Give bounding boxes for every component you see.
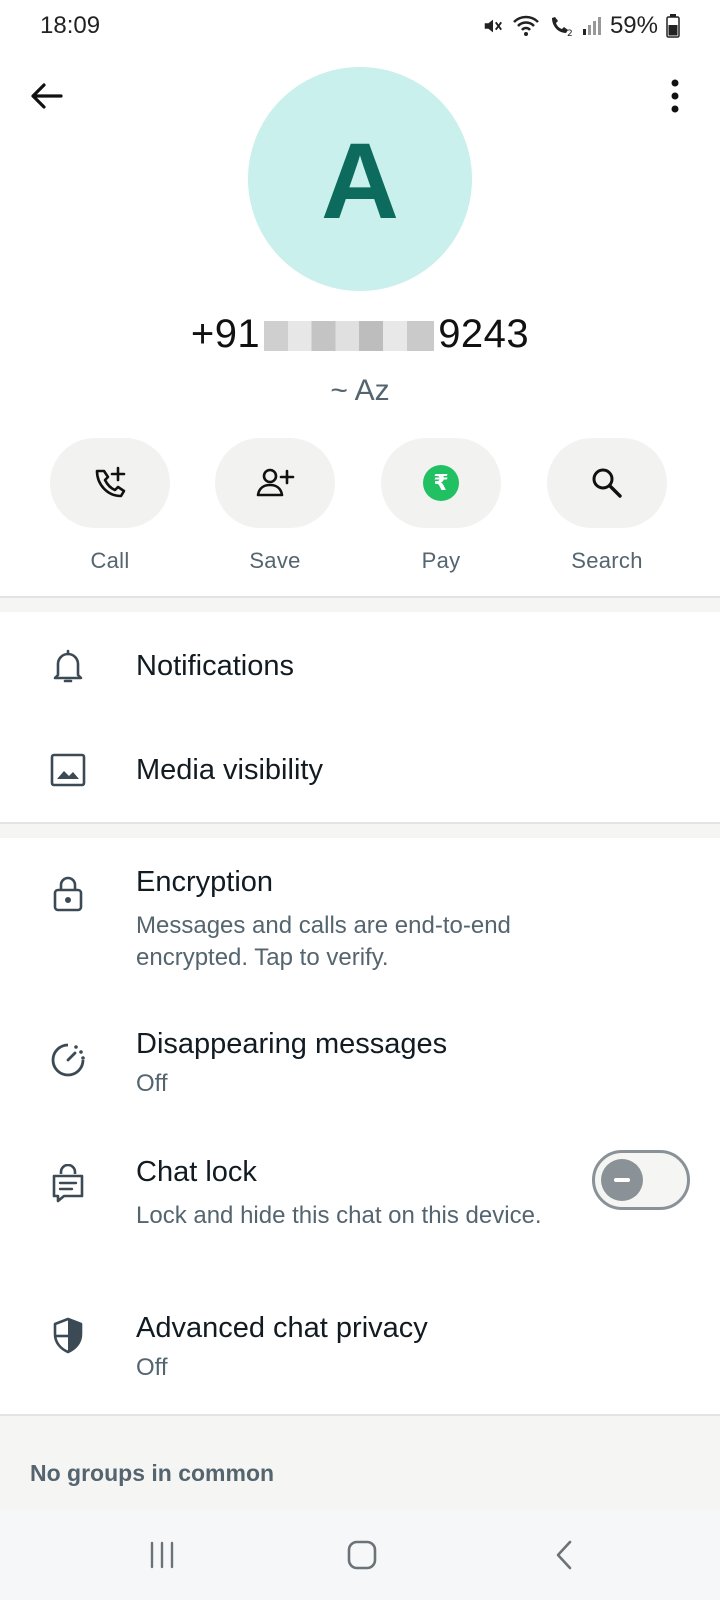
groups-label: No groups in common bbox=[30, 1460, 275, 1486]
mute-icon bbox=[482, 15, 504, 37]
encryption-row[interactable]: Encryption Messages and calls are end-to… bbox=[0, 840, 720, 1000]
advanced-chat-privacy-row[interactable]: Advanced chat privacy Off bbox=[0, 1296, 720, 1396]
avatar-letter: A bbox=[321, 120, 399, 241]
call-button-pill[interactable] bbox=[50, 438, 170, 528]
call-button[interactable]: Call bbox=[50, 438, 170, 574]
status-time: 18:09 bbox=[40, 12, 101, 39]
battery-percent: 59% bbox=[609, 12, 658, 39]
disappearing-messages-subtitle: Off bbox=[136, 1070, 168, 1097]
search-icon bbox=[592, 468, 622, 498]
svg-text:2: 2 bbox=[567, 29, 573, 37]
call-label: Call bbox=[90, 548, 130, 573]
encryption-subtitle: Messages and calls are end-to-end encryp… bbox=[136, 912, 511, 971]
arrow-left-icon bbox=[31, 83, 63, 109]
disappearing-messages-row[interactable]: Disappearing messages Off bbox=[0, 1010, 720, 1120]
chat-lock-toggle[interactable] bbox=[592, 1150, 690, 1210]
save-button-pill[interactable] bbox=[215, 438, 335, 528]
contact-number-suffix: 9243 bbox=[438, 312, 530, 356]
wifi-calling-icon: 2 bbox=[548, 15, 574, 37]
more-options-button[interactable] bbox=[660, 76, 690, 116]
system-nav-bar bbox=[0, 1510, 720, 1600]
notifications-label: Notifications bbox=[136, 650, 294, 682]
rupee-icon: ₹ bbox=[423, 465, 459, 501]
recent-apps-button[interactable] bbox=[132, 1530, 192, 1580]
more-vertical-icon bbox=[671, 79, 679, 113]
chat-lock-icon bbox=[48, 1164, 88, 1204]
contact-number: +91 9243 bbox=[0, 312, 720, 357]
image-icon bbox=[48, 750, 88, 790]
search-label: Search bbox=[571, 548, 643, 573]
redacted-digits bbox=[264, 321, 435, 352]
media-visibility-label: Media visibility bbox=[136, 754, 323, 786]
notifications-row[interactable]: Notifications bbox=[0, 614, 720, 716]
advanced-chat-privacy-title: Advanced chat privacy bbox=[136, 1312, 428, 1344]
wifi-icon bbox=[512, 15, 540, 37]
disappearing-messages-title: Disappearing messages bbox=[136, 1028, 448, 1060]
toggle-knob bbox=[601, 1159, 643, 1201]
nav-back-button[interactable] bbox=[534, 1530, 594, 1580]
pay-button[interactable]: ₹ Pay bbox=[381, 438, 501, 574]
save-label: Save bbox=[249, 548, 301, 573]
pay-label: Pay bbox=[421, 548, 461, 573]
signal-icon bbox=[582, 15, 602, 37]
lock-icon bbox=[48, 874, 88, 914]
search-button-pill[interactable] bbox=[547, 438, 667, 528]
phone-add-icon bbox=[95, 466, 126, 498]
back-button[interactable] bbox=[26, 76, 66, 116]
battery-icon bbox=[666, 14, 680, 38]
chat-lock-title: Chat lock bbox=[136, 1156, 257, 1188]
shield-icon bbox=[48, 1316, 88, 1356]
advanced-chat-privacy-subtitle: Off bbox=[136, 1354, 168, 1381]
contact-info-screen: 18:09 2 59% A +91 9243 ~ Az Call Save ₹ … bbox=[0, 0, 720, 1600]
chat-lock-subtitle: Lock and hide this chat on this device. bbox=[136, 1202, 542, 1229]
avatar[interactable]: A bbox=[248, 67, 472, 291]
bell-icon bbox=[48, 646, 88, 686]
status-bar: 18:09 2 59% bbox=[0, 0, 720, 52]
timer-icon bbox=[48, 1040, 88, 1080]
section-divider bbox=[0, 596, 720, 612]
encryption-title: Encryption bbox=[136, 866, 274, 898]
recent-apps-icon bbox=[150, 1541, 174, 1569]
search-button[interactable]: Search bbox=[547, 438, 667, 574]
contact-alias: ~ Az bbox=[330, 374, 390, 407]
action-buttons: Call Save ₹ Pay Search bbox=[0, 438, 720, 578]
section-divider bbox=[0, 822, 720, 838]
person-add-icon bbox=[256, 468, 295, 497]
pay-button-pill[interactable]: ₹ bbox=[381, 438, 501, 528]
contact-number-prefix: +91 bbox=[190, 312, 261, 356]
media-visibility-row[interactable]: Media visibility bbox=[0, 718, 720, 820]
save-button[interactable]: Save bbox=[215, 438, 335, 574]
status-icons: 2 59% bbox=[482, 12, 680, 40]
home-button[interactable] bbox=[332, 1530, 392, 1580]
home-icon bbox=[347, 1540, 377, 1570]
chevron-left-icon bbox=[556, 1540, 572, 1570]
